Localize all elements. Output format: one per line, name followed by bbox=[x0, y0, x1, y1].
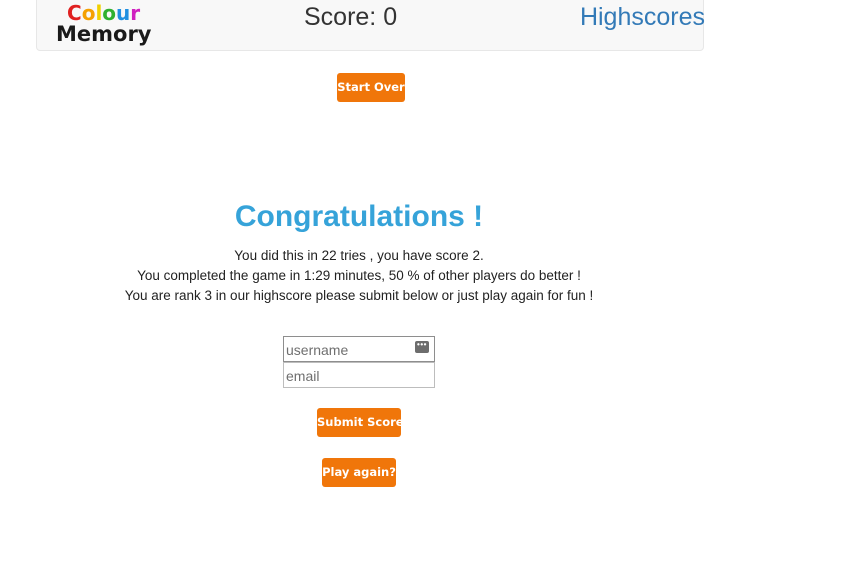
highscore-form: ••• bbox=[283, 336, 435, 388]
navbar: Colour Memory Score: 0 Highscores bbox=[36, 0, 705, 51]
result-tries-text: You did this in 22 tries , you have scor… bbox=[234, 248, 484, 263]
page: Colour Memory Score: 0 Highscores Start … bbox=[0, 0, 849, 566]
email-field[interactable] bbox=[283, 362, 435, 388]
start-over-button[interactable]: Start Over bbox=[337, 73, 405, 102]
result-time-text: You completed the game in 1:29 minutes, … bbox=[137, 268, 581, 283]
submit-score-button[interactable]: Submit Score bbox=[317, 408, 404, 437]
highscores-link[interactable]: Highscores bbox=[580, 3, 705, 32]
logo-colour-word: Colour bbox=[67, 3, 156, 23]
colour-memory-logo[interactable]: Colour Memory bbox=[56, 3, 156, 45]
play-again-button[interactable]: Play again? bbox=[322, 458, 396, 487]
username-field[interactable] bbox=[283, 336, 435, 362]
result-rank-text: You are rank 3 in our highscore please s… bbox=[124, 288, 594, 303]
password-manager-icon[interactable]: ••• bbox=[415, 341, 429, 353]
score-display: Score: 0 bbox=[304, 3, 398, 31]
congratulations-title: Congratulations ! bbox=[234, 200, 484, 233]
logo-memory-word: Memory bbox=[56, 22, 152, 46]
